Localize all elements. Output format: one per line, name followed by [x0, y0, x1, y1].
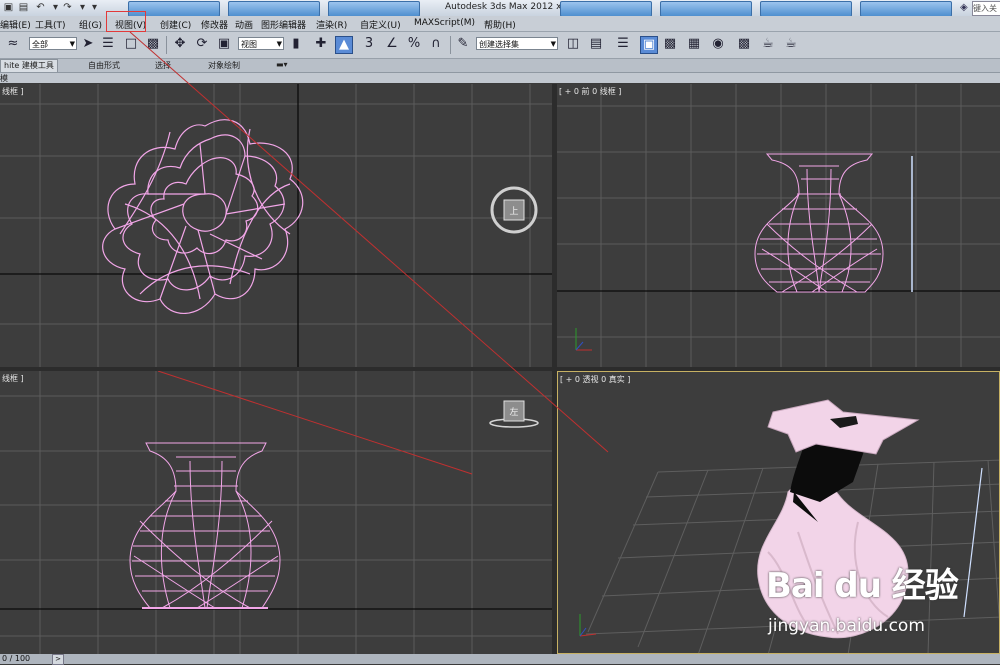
annotation-line	[129, 31, 609, 453]
baidu-watermark: Bai du 经验 jingyan.baidu.com	[766, 558, 996, 648]
watermark-logo: Bai du 经验	[766, 566, 959, 606]
time-slider-bar[interactable]: 0 / 100 >	[0, 654, 1000, 665]
next-frame-button[interactable]: >	[52, 654, 64, 665]
frame-counter: 0 / 100	[2, 654, 31, 663]
watermark-url: jingyan.baidu.com	[768, 616, 925, 636]
